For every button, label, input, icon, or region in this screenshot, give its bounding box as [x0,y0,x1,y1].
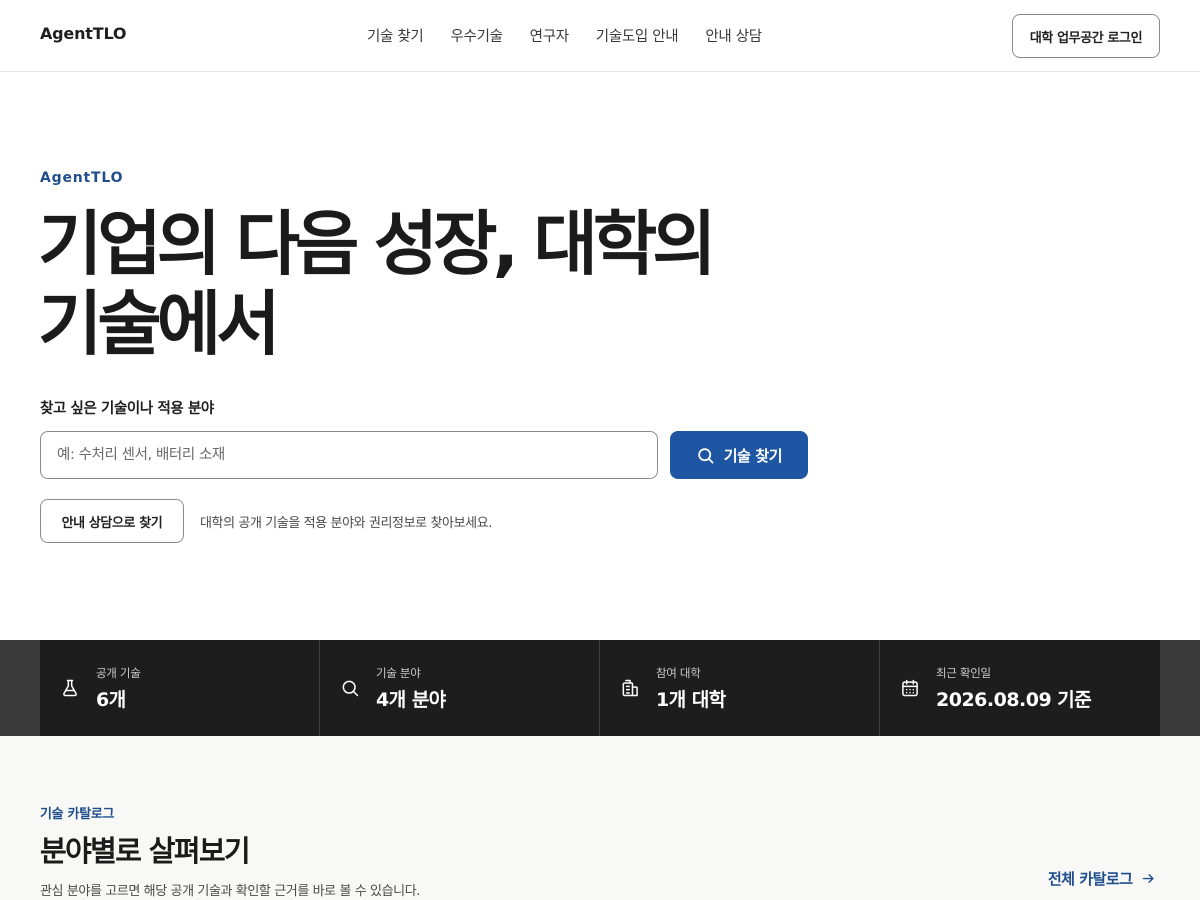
nav-item-consultation[interactable]: 안내 상담 [705,25,762,46]
search-button[interactable]: 기술 찾기 [670,431,808,479]
building-icon [620,678,640,698]
helper-text: 대학의 공개 기술을 적용 분야와 권리정보로 찾아보세요. [200,516,493,531]
full-catalog-link-label: 전체 카탈로그 [1048,870,1133,888]
stat-label: 최근 확인일 [936,666,991,680]
stat-last-checked: 최근 확인일 2026.08.09 기준 [880,640,1160,736]
nav-item-adoption-guide[interactable]: 기술도입 안내 [596,25,679,46]
consult-search-button[interactable]: 안내 상담으로 찾기 [40,499,184,543]
catalog-description: 관심 분야를 고르면 해당 공개 기술과 확인할 근거를 바로 볼 수 있습니다… [40,884,421,899]
main-nav: 기술 찾기 우수기술 연구자 기술도입 안내 안내 상담 [367,25,762,46]
search-icon [340,678,360,698]
search-icon [698,447,714,463]
hero-title: 기업의 다음 성장, 대학의 기술에서 [38,204,798,364]
stat-label: 기술 분야 [376,666,421,680]
hero-eyebrow: AgentTLO [40,170,124,186]
catalog-eyebrow: 기술 카탈로그 [40,807,115,822]
stat-public-tech: 공개 기술 6개 [40,640,320,736]
nav-item-top-tech[interactable]: 우수기술 [450,25,502,46]
catalog-title: 분야별로 살펴보기 [40,834,251,868]
search-button-label: 기술 찾기 [723,446,783,465]
nav-item-find-tech[interactable]: 기술 찾기 [367,25,424,46]
nav-item-researchers[interactable]: 연구자 [530,25,569,46]
calendar-icon [900,678,920,698]
catalog-section: 기술 카탈로그 분야별로 살펴보기 관심 분야를 고르면 해당 공개 기술과 확… [0,736,1200,900]
stat-label: 참여 대학 [656,666,701,680]
stats-band: 공개 기술 6개 기술 분야 4개 분야 참여 대학 1개 대학 최근 확인일 … [0,640,1200,736]
search-input[interactable] [40,431,658,479]
stat-value: 6개 [96,689,126,711]
search-label: 찾고 싶은 기술이나 적용 분야 [40,401,214,417]
flask-icon [60,678,80,698]
hero-title-line-1: 기업의 다음 성장, 대학의 [38,203,717,285]
stat-tech-fields: 기술 분야 4개 분야 [320,640,600,736]
full-catalog-link[interactable]: 전체 카탈로그 [1048,868,1156,889]
stats-panel: 공개 기술 6개 기술 분야 4개 분야 참여 대학 1개 대학 최근 확인일 … [40,640,1160,736]
university-login-button[interactable]: 대학 업무공간 로그인 [1012,14,1160,58]
stat-universities: 참여 대학 1개 대학 [600,640,880,736]
arrow-right-icon [1142,874,1154,883]
stat-value: 1개 대학 [656,689,726,711]
stat-value: 4개 분야 [376,689,446,711]
stat-value: 2026.08.09 기준 [936,689,1092,711]
hero-title-line-2: 기술에서 [38,283,281,365]
stat-label: 공개 기술 [96,666,141,680]
site-header: AgentTLO 기술 찾기 우수기술 연구자 기술도입 안내 안내 상담 대학… [0,0,1200,72]
logo[interactable]: AgentTLO [40,24,126,43]
